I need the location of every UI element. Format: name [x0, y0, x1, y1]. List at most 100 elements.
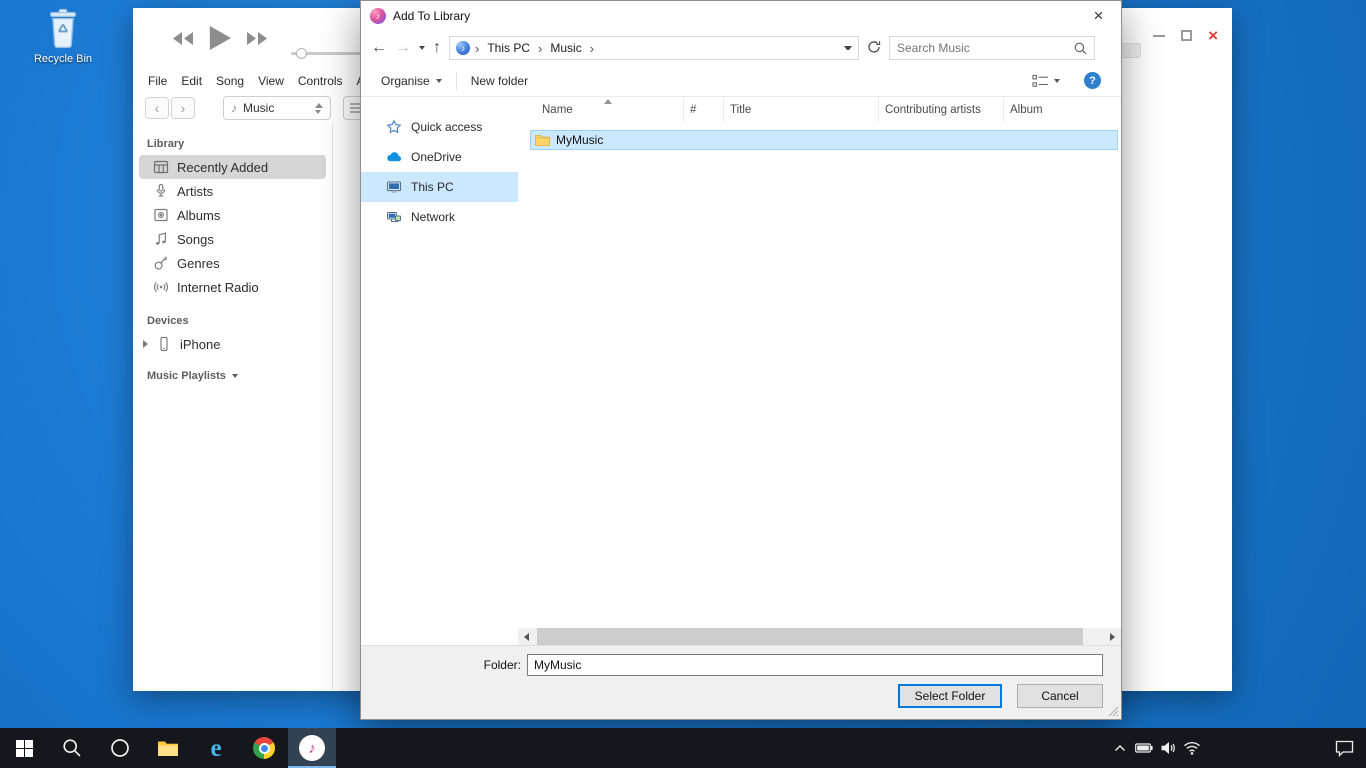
desktop: Recycle Bin × File Edit Song View: [0, 0, 1366, 768]
scroll-left-button[interactable]: [518, 628, 535, 645]
taskbar-search-button[interactable]: [48, 728, 96, 768]
nav-item-quick-access[interactable]: Quick access: [361, 112, 518, 142]
back-button[interactable]: ←: [371, 39, 387, 57]
itunes-app-icon: ♪: [370, 8, 386, 24]
menu-edit[interactable]: Edit: [174, 70, 209, 92]
close-button[interactable]: ×: [1208, 30, 1218, 41]
stepper-icon: [315, 103, 323, 114]
maximize-button[interactable]: [1181, 30, 1192, 41]
search-box: [889, 36, 1095, 60]
column-headers: Name # Title Contributing artists Album: [518, 97, 1121, 122]
chevron-up-icon: [1114, 744, 1126, 752]
views-button[interactable]: [1032, 74, 1060, 88]
folder-input[interactable]: [527, 654, 1103, 676]
crumb-separator-icon: ›: [585, 41, 599, 56]
up-button[interactable]: ↑: [433, 39, 441, 57]
command-bar: Organise New folder ?: [361, 65, 1121, 97]
scrollbar-thumb[interactable]: [537, 628, 1083, 645]
forward-button[interactable]: →: [395, 39, 411, 57]
action-center-button[interactable]: [1322, 740, 1366, 757]
nav-item-this-pc[interactable]: This PC: [361, 172, 518, 202]
taskbar: e ♪: [0, 728, 1366, 768]
column-name[interactable]: Name: [536, 97, 684, 122]
crumb-separator-icon: ›: [470, 41, 484, 56]
cancel-button[interactable]: Cancel: [1017, 684, 1103, 708]
column-title[interactable]: Title: [724, 97, 879, 122]
start-button[interactable]: [0, 728, 48, 768]
cortana-icon: [110, 738, 130, 758]
sidebar-item-iphone[interactable]: iPhone: [139, 332, 326, 356]
resize-grip[interactable]: [1108, 706, 1119, 717]
recycle-bin[interactable]: Recycle Bin: [28, 8, 98, 65]
crumb-separator-icon: ›: [533, 41, 547, 56]
file-list-pane: Name # Title Contributing artists Album …: [518, 97, 1121, 645]
breadcrumb-music[interactable]: Music: [547, 39, 584, 57]
expand-caret-icon[interactable]: [143, 340, 148, 348]
itunes-back-button[interactable]: ‹: [145, 97, 169, 119]
column-number[interactable]: #: [684, 97, 724, 122]
menu-song[interactable]: Song: [209, 70, 251, 92]
help-button[interactable]: ?: [1084, 72, 1101, 89]
organise-button[interactable]: Organise: [381, 74, 442, 88]
windows-logo-icon: [16, 740, 33, 757]
select-folder-button[interactable]: Select Folder: [898, 684, 1002, 708]
star-icon: [386, 119, 402, 135]
fast-forward-button[interactable]: [245, 31, 269, 49]
address-dropdown-icon[interactable]: [844, 46, 852, 50]
rewind-button[interactable]: [171, 31, 195, 49]
file-explorer-button[interactable]: [144, 728, 192, 768]
breadcrumb-this-pc[interactable]: This PC: [484, 39, 533, 57]
sidebar-item-genres[interactable]: Genres: [139, 251, 326, 275]
column-album[interactable]: Album: [1004, 97, 1121, 122]
music-playlists-heading[interactable]: Music Playlists: [147, 370, 332, 382]
volume-knob[interactable]: [296, 48, 307, 59]
column-contributing-artists[interactable]: Contributing artists: [879, 97, 1004, 122]
recent-locations-dropdown-icon[interactable]: [419, 46, 425, 50]
dialog-footer: Folder: Select Folder Cancel: [361, 645, 1121, 719]
navigation-pane: Quick access OneDrive This PC Network: [361, 97, 518, 645]
new-folder-button[interactable]: New folder: [471, 74, 528, 88]
sidebar-item-songs[interactable]: Songs: [139, 227, 326, 251]
network-tray-icon[interactable]: [1180, 741, 1204, 755]
play-button[interactable]: [208, 24, 232, 55]
sidebar-item-recently-added[interactable]: Recently Added: [139, 155, 326, 179]
internet-explorer-button[interactable]: e: [192, 728, 240, 768]
folder-label: Folder:: [361, 658, 527, 672]
computer-icon: [386, 179, 402, 195]
sidebar-item-albums[interactable]: Albums: [139, 203, 326, 227]
refresh-button[interactable]: [867, 40, 881, 57]
breadcrumb[interactable]: ♪ › This PC › Music ›: [449, 36, 859, 60]
refresh-icon: [867, 40, 881, 54]
search-icon: [1074, 42, 1087, 55]
sidebar-item-artists[interactable]: Artists: [139, 179, 326, 203]
sidebar-item-internet-radio[interactable]: Internet Radio: [139, 275, 326, 299]
itunes-transport: [171, 24, 269, 55]
minimize-button[interactable]: [1153, 35, 1165, 37]
dialog-titlebar[interactable]: ♪ Add To Library ×: [361, 1, 1121, 31]
itunes-taskbar-button[interactable]: ♪: [288, 728, 336, 768]
chrome-button[interactable]: [240, 728, 288, 768]
menu-controls[interactable]: Controls: [291, 70, 350, 92]
dialog-body: Quick access OneDrive This PC Network: [361, 97, 1121, 645]
scrollbar-track[interactable]: [535, 628, 1104, 645]
dialog-close-button[interactable]: ×: [1076, 1, 1121, 31]
system-tray: [1108, 728, 1366, 768]
search-input[interactable]: [890, 41, 1074, 55]
scroll-right-button[interactable]: [1104, 628, 1121, 645]
hidden-icons-button[interactable]: [1108, 744, 1132, 752]
media-type-dropdown[interactable]: ♪ Music: [223, 96, 331, 120]
file-row-mymusic[interactable]: MyMusic: [530, 130, 1118, 150]
nav-item-network[interactable]: Network: [361, 202, 518, 232]
separator: [456, 72, 457, 90]
itunes-window-controls: ×: [1153, 30, 1218, 41]
menu-view[interactable]: View: [251, 70, 291, 92]
nav-item-onedrive[interactable]: OneDrive: [361, 142, 518, 172]
menu-file[interactable]: File: [141, 70, 174, 92]
horizontal-scrollbar[interactable]: [518, 628, 1121, 645]
library-heading: Library: [147, 138, 332, 150]
cortana-button[interactable]: [96, 728, 144, 768]
itunes-nav-row: ‹ › ♪ Music: [145, 96, 369, 120]
volume-tray-icon[interactable]: [1156, 741, 1180, 755]
itunes-forward-button[interactable]: ›: [171, 97, 195, 119]
battery-tray-icon[interactable]: [1132, 743, 1156, 753]
